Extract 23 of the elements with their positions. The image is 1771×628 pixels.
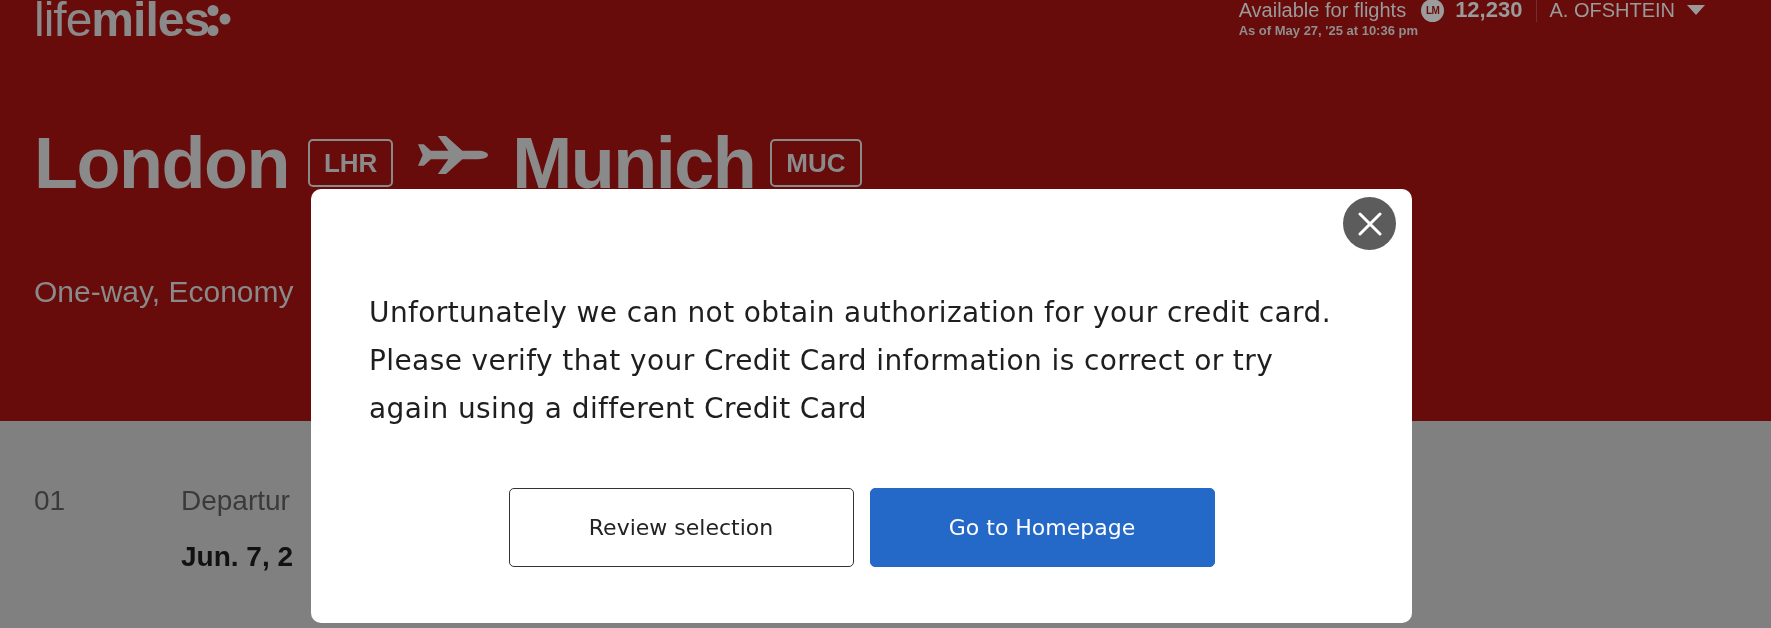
close-button[interactable] bbox=[1343, 197, 1396, 250]
message-text: Please verify that your Credit Card information is correct or try again using a different Credit Card bbox=[369, 343, 1275, 427]
logo-wordmark[interactable]: lifemiles bbox=[34, 0, 210, 40]
updated-text: As of May 27, '25 at 10:36 pm bbox=[1238, 23, 1419, 39]
trip-summary: One-way, Economy bbox=[34, 274, 294, 310]
segment-date: Jun. 7, 2 bbox=[181, 541, 294, 573]
available-label: Available for flights bbox=[1238, 0, 1407, 20]
dots-icon bbox=[207, 4, 232, 37]
outline-button[interactable]: Review selection bbox=[508, 488, 854, 567]
city-name: London bbox=[34, 127, 289, 199]
caret-down-icon bbox=[1687, 5, 1705, 15]
airplane-icon bbox=[418, 136, 489, 174]
segment-number: 01 bbox=[34, 485, 66, 517]
miles-balance: 12,230 bbox=[1455, 0, 1523, 20]
close-icon bbox=[1357, 211, 1382, 236]
user-menu-button[interactable]: A. OFSHTEIN bbox=[1549, 0, 1705, 20]
miles-badge: LM bbox=[1421, 0, 1445, 22]
airport-code: LHR bbox=[307, 139, 394, 187]
airport-code: MUC bbox=[770, 139, 862, 187]
city-name: Munich bbox=[512, 127, 756, 199]
segment-label: Departur bbox=[181, 485, 290, 517]
primary-button[interactable]: Go to Homepage bbox=[869, 488, 1215, 567]
message-text: Unfortunately we can not obtain authorization for your credit card. bbox=[369, 295, 1332, 331]
